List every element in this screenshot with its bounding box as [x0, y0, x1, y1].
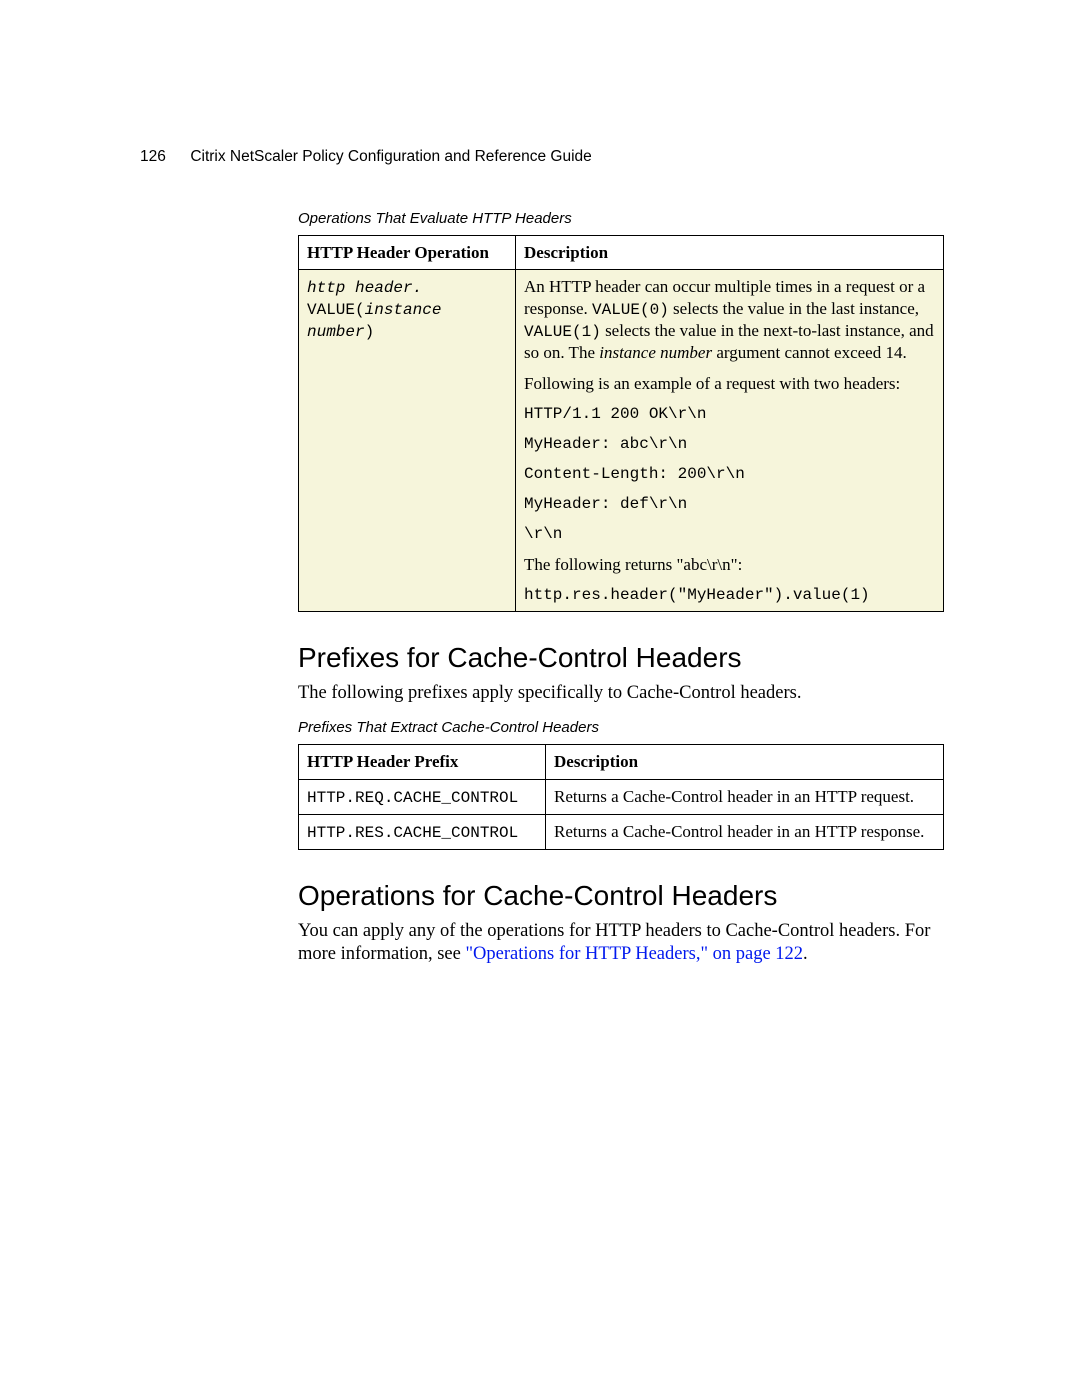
operation-cell: http header. VALUE(instance number) [299, 270, 516, 612]
table-row: HTTP.REQ.CACHE_CONTROL Returns a Cache-C… [299, 779, 944, 814]
table1-col2-header: Description [516, 236, 944, 270]
desc-code-2: MyHeader: abc\r\n [524, 434, 935, 454]
op-code-line2c: ) [365, 323, 375, 341]
prefix-desc-cell: Returns a Cache-Control header in an HTT… [546, 779, 944, 814]
description-cell: An HTTP header can occur multiple times … [516, 270, 944, 612]
table-header-row: HTTP Header Operation Description [299, 236, 944, 270]
table1-caption: Operations That Evaluate HTTP Headers [298, 210, 944, 227]
cross-reference-link[interactable]: "Operations for HTTP Headers," on page 1… [465, 944, 803, 964]
op-code-line1: http header. [307, 279, 422, 297]
table-row: HTTP.RES.CACHE_CONTROL Returns a Cache-C… [299, 814, 944, 849]
main-content: Operations That Evaluate HTTP Headers HT… [298, 210, 944, 966]
page-container: 126 Citrix NetScaler Policy Configuratio… [140, 148, 944, 980]
running-header: 126 Citrix NetScaler Policy Configuratio… [140, 148, 944, 166]
page-number: 126 [140, 148, 186, 166]
desc-code-1: HTTP/1.1 200 OK\r\n [524, 404, 935, 424]
desc-code-3: Content-Length: 200\r\n [524, 464, 935, 484]
section-heading-operations: Operations for Cache-Control Headers [298, 880, 944, 912]
desc-code-6: http.res.header("MyHeader").value(1) [524, 585, 935, 605]
prefix-cell: HTTP.RES.CACHE_CONTROL [299, 814, 546, 849]
section2-paragraph: You can apply any of the operations for … [298, 920, 944, 966]
table-header-row: HTTP Header Prefix Description [299, 745, 944, 779]
op-code-line2a: VALUE( [307, 301, 365, 319]
section-heading-prefixes: Prefixes for Cache-Control Headers [298, 642, 944, 674]
table1-col1-header: HTTP Header Operation [299, 236, 516, 270]
prefix-desc-cell: Returns a Cache-Control header in an HTT… [546, 814, 944, 849]
prefix-cell: HTTP.REQ.CACHE_CONTROL [299, 779, 546, 814]
desc-code-5: \r\n [524, 524, 935, 544]
table-row: http header. VALUE(instance number) An H… [299, 270, 944, 612]
cache-control-prefixes-table: HTTP Header Prefix Description HTTP.REQ.… [298, 744, 944, 849]
desc-paragraph-2: Following is an example of a request wit… [524, 373, 935, 394]
desc-paragraph-1: An HTTP header can occur multiple times … [524, 276, 935, 363]
table2-col1-header: HTTP Header Prefix [299, 745, 546, 779]
desc-code-4: MyHeader: def\r\n [524, 494, 935, 514]
http-header-operations-table: HTTP Header Operation Description http h… [298, 235, 944, 612]
table2-caption: Prefixes That Extract Cache-Control Head… [298, 719, 944, 736]
desc-paragraph-3: The following returns "abc\r\n": [524, 554, 935, 575]
section1-intro: The following prefixes apply specificall… [298, 682, 944, 705]
table2-col2-header: Description [546, 745, 944, 779]
document-title: Citrix NetScaler Policy Configuration an… [190, 148, 591, 165]
